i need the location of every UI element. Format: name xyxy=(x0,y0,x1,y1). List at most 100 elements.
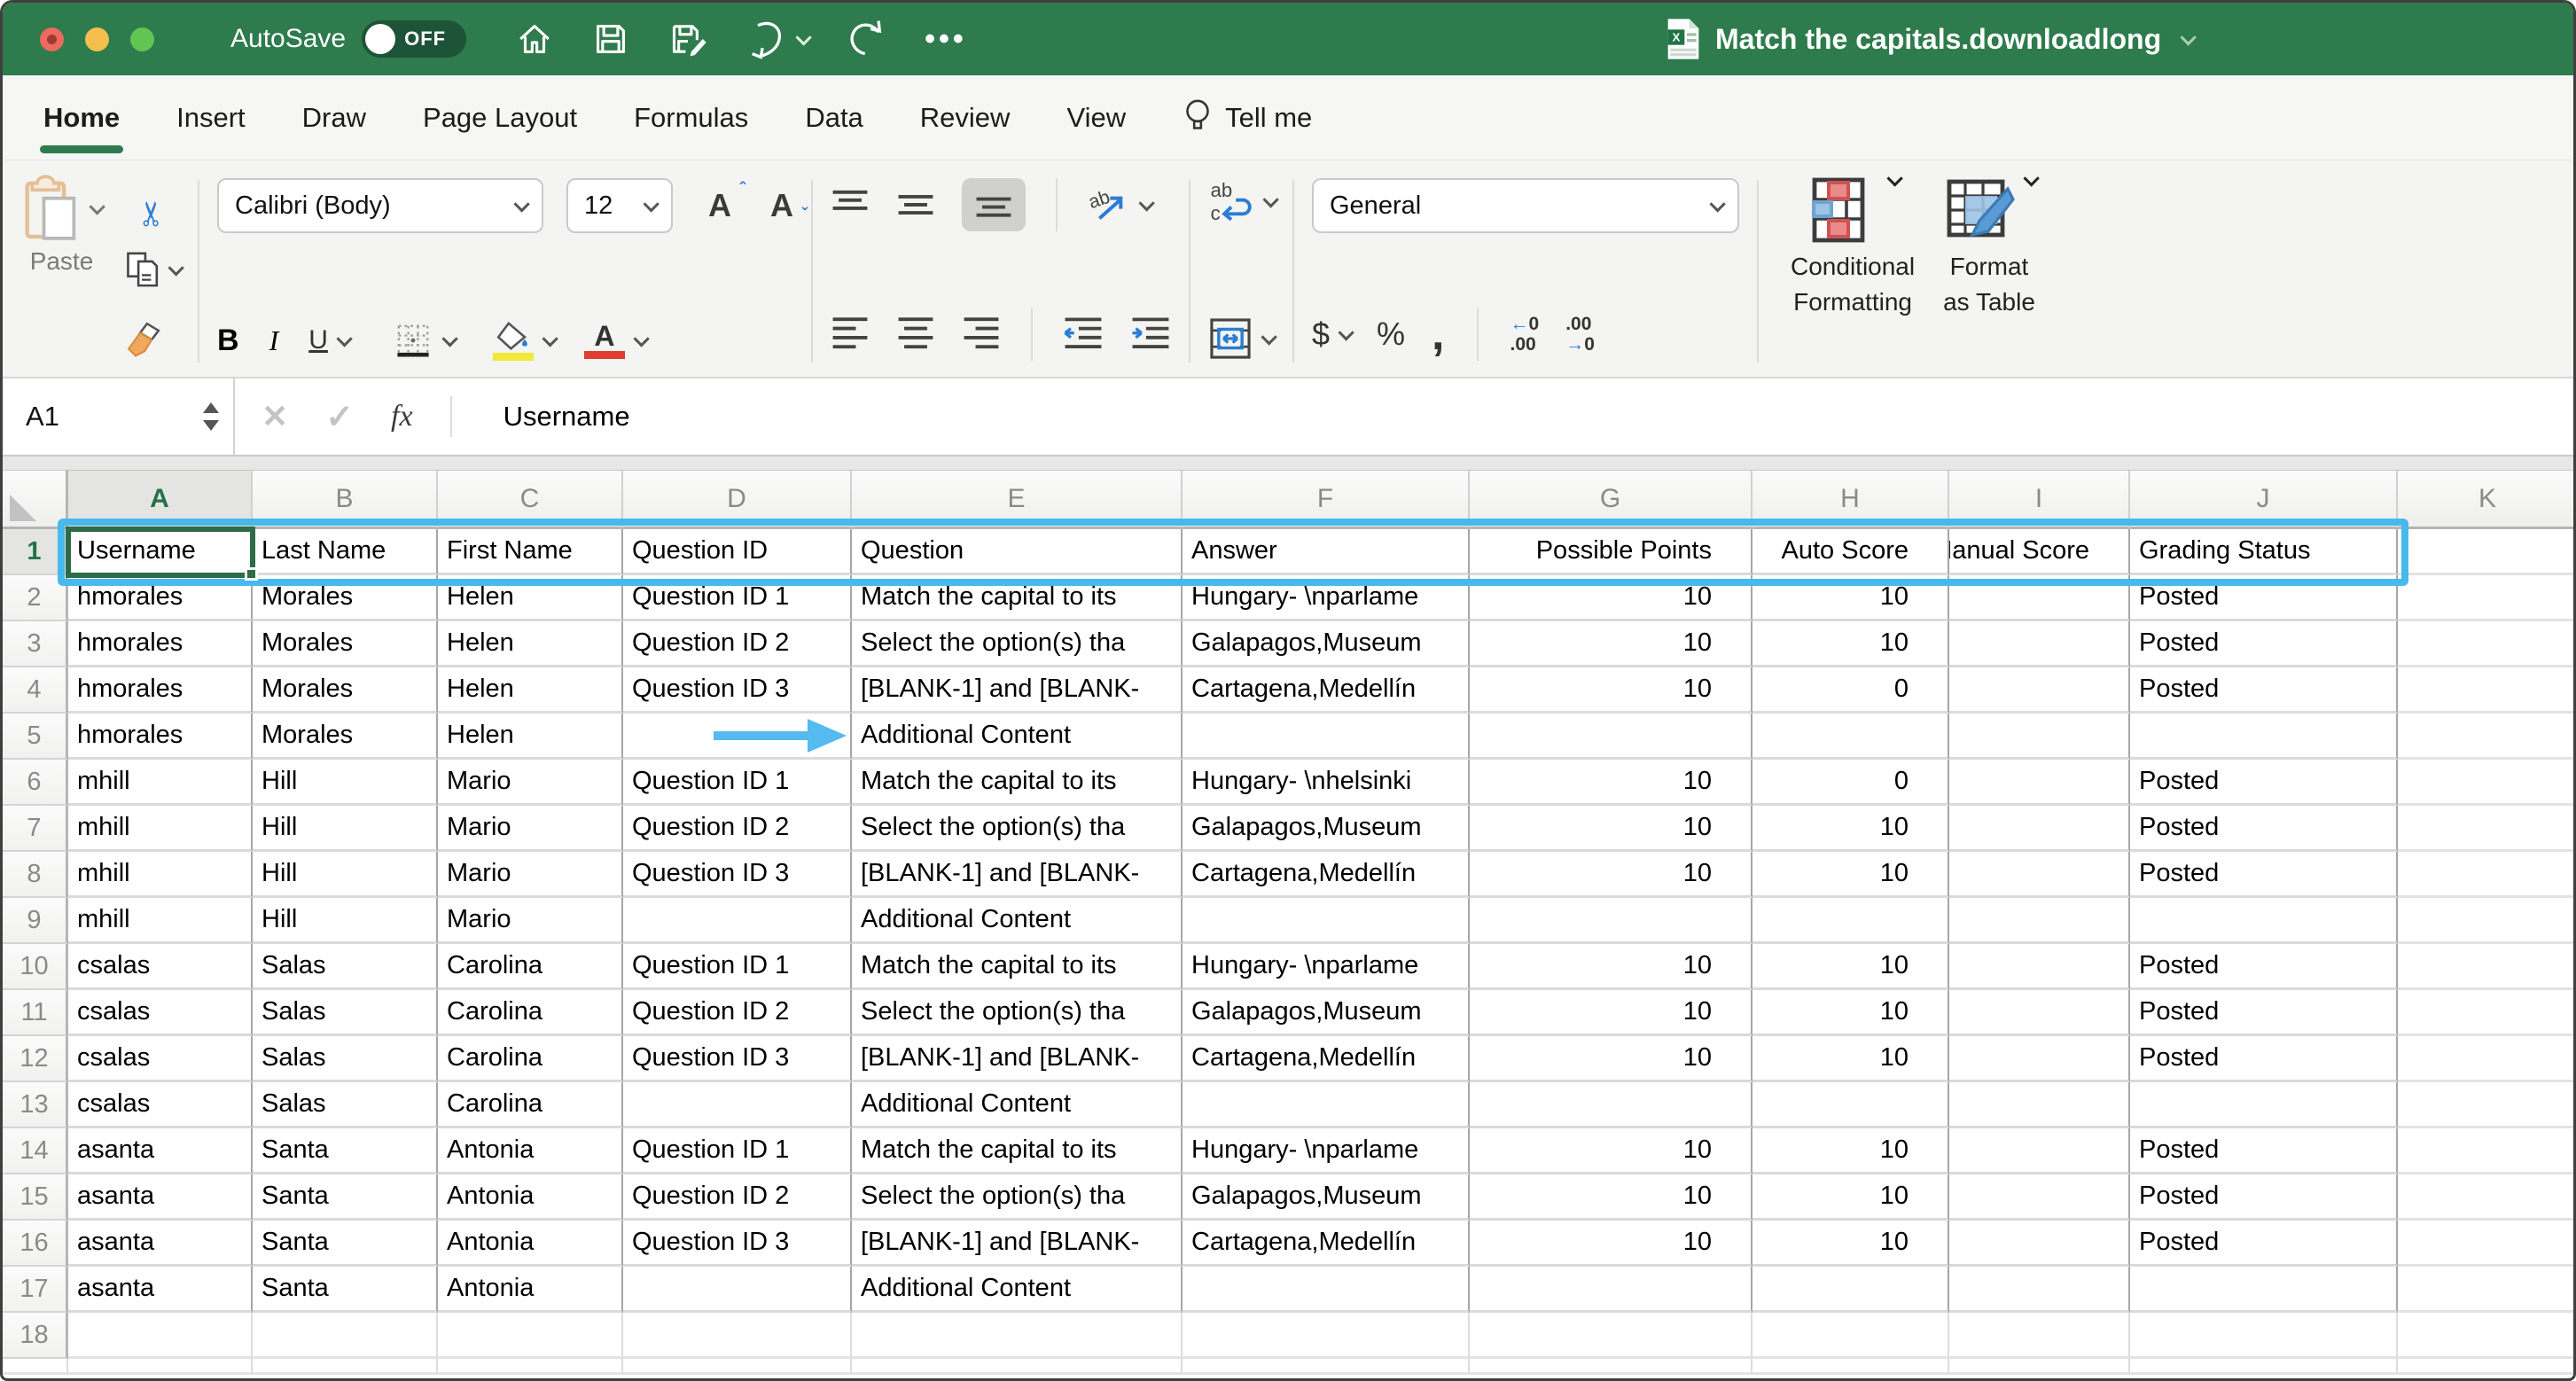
cell-C18[interactable] xyxy=(438,1313,623,1359)
align-bottom-button[interactable] xyxy=(962,178,1026,231)
cell-A11[interactable]: csalas xyxy=(68,990,253,1036)
confirm-entry-button[interactable]: ✓ xyxy=(325,397,354,437)
cell-A16[interactable]: asanta xyxy=(68,1221,253,1267)
row-header-13[interactable]: 13 xyxy=(3,1082,68,1128)
cell-C12[interactable]: Carolina xyxy=(438,1036,623,1082)
cell-I2[interactable] xyxy=(1949,575,2130,621)
cell-H14[interactable]: 10 xyxy=(1752,1128,1949,1174)
cell-B1[interactable]: Last Name xyxy=(253,529,438,575)
cell-K12[interactable] xyxy=(2398,1036,2576,1082)
cell-A6[interactable]: mhill xyxy=(68,760,253,806)
cell-H2[interactable]: 10 xyxy=(1752,575,1949,621)
cell-J9[interactable] xyxy=(2130,898,2398,944)
cell-C9[interactable]: Mario xyxy=(438,898,623,944)
align-middle-button[interactable] xyxy=(896,187,935,222)
spinner-up-icon[interactable] xyxy=(203,402,219,413)
name-box-spinner[interactable] xyxy=(203,402,219,431)
cell-I1[interactable]: Manual Score xyxy=(1949,529,2130,575)
cell-C10[interactable]: Carolina xyxy=(438,944,623,990)
cell-B12[interactable]: Salas xyxy=(253,1036,438,1082)
save-button[interactable] xyxy=(592,20,629,58)
font-name-select[interactable]: Calibri (Body) xyxy=(217,178,543,233)
row-header-12[interactable]: 12 xyxy=(3,1036,68,1082)
cell-H1[interactable]: Auto Score xyxy=(1752,529,1949,575)
cell-G17[interactable] xyxy=(1470,1267,1752,1313)
column-header-A[interactable]: A xyxy=(68,471,253,529)
fill-handle[interactable] xyxy=(245,567,258,581)
cell-G12[interactable]: 10 xyxy=(1470,1036,1752,1082)
cell-F16[interactable]: Cartagena,Medellín xyxy=(1183,1221,1470,1267)
cell-I18[interactable] xyxy=(1949,1313,2130,1359)
decrease-indent-button[interactable] xyxy=(1063,316,1104,353)
cell-E9[interactable]: Additional Content xyxy=(852,898,1183,944)
row-header-2[interactable]: 2 xyxy=(3,575,68,621)
tab-draw[interactable]: Draw xyxy=(302,75,366,160)
cell-G10[interactable]: 10 xyxy=(1470,944,1752,990)
cell-H9[interactable] xyxy=(1752,898,1949,944)
cell-F10[interactable]: Hungary- \nparlame xyxy=(1183,944,1470,990)
cell-J16[interactable]: Posted xyxy=(2130,1221,2398,1267)
cell-J4[interactable]: Posted xyxy=(2130,667,2398,714)
cell-I11[interactable] xyxy=(1949,990,2130,1036)
cell-A13[interactable]: csalas xyxy=(68,1082,253,1128)
tell-me-button[interactable]: Tell me xyxy=(1183,98,1312,138)
conditional-formatting-chevron-icon[interactable] xyxy=(1886,170,1902,186)
row-header-6[interactable]: 6 xyxy=(3,760,68,806)
cell-I15[interactable] xyxy=(1949,1174,2130,1221)
cell-D7[interactable]: Question ID 2 xyxy=(623,806,852,852)
zoom-window-button[interactable] xyxy=(130,27,154,51)
tab-page-layout[interactable]: Page Layout xyxy=(423,75,577,160)
cell-C16[interactable]: Antonia xyxy=(438,1221,623,1267)
cell-A12[interactable]: csalas xyxy=(68,1036,253,1082)
cell-J11[interactable]: Posted xyxy=(2130,990,2398,1036)
cancel-entry-button[interactable]: ✕ xyxy=(262,398,288,435)
column-header-I[interactable]: I xyxy=(1949,471,2130,529)
cell-J5[interactable] xyxy=(2130,714,2398,760)
cell-D1[interactable]: Question ID xyxy=(623,529,852,575)
cell-H16[interactable]: 10 xyxy=(1752,1221,1949,1267)
cell-K16[interactable] xyxy=(2398,1221,2576,1267)
cell-I6[interactable] xyxy=(1949,760,2130,806)
font-color-button[interactable]: A xyxy=(584,323,645,359)
cell-A15[interactable]: asanta xyxy=(68,1174,253,1221)
align-left-button[interactable] xyxy=(831,316,870,353)
cell-C17[interactable]: Antonia xyxy=(438,1267,623,1313)
cell-E1[interactable]: Question xyxy=(852,529,1183,575)
tab-review[interactable]: Review xyxy=(920,75,1011,160)
column-header-D[interactable]: D xyxy=(623,471,852,529)
currency-format-button[interactable]: $ xyxy=(1312,316,1350,353)
cell-J6[interactable]: Posted xyxy=(2130,760,2398,806)
cell-F9[interactable] xyxy=(1183,898,1470,944)
undo-button[interactable] xyxy=(746,19,808,59)
cell-K5[interactable] xyxy=(2398,714,2576,760)
cell-F15[interactable]: Galapagos,Museum xyxy=(1183,1174,1470,1221)
paste-button[interactable]: Paste xyxy=(22,175,101,368)
percent-format-button[interactable]: % xyxy=(1377,316,1405,353)
cell-E14[interactable]: Match the capital to its xyxy=(852,1128,1183,1174)
cell-J13[interactable] xyxy=(2130,1082,2398,1128)
save-as-button[interactable] xyxy=(668,20,707,58)
cell-J18[interactable] xyxy=(2130,1313,2398,1359)
insert-function-button[interactable]: fx xyxy=(391,400,413,433)
cell-G13[interactable] xyxy=(1470,1082,1752,1128)
cell-A5[interactable]: hmorales xyxy=(68,714,253,760)
cell-G5[interactable] xyxy=(1470,714,1752,760)
cell-G11[interactable]: 10 xyxy=(1470,990,1752,1036)
increase-decimal-button[interactable]: .00→0 xyxy=(1565,314,1595,355)
autosave-toggle[interactable]: OFF xyxy=(362,20,466,58)
cell-E8[interactable]: [BLANK-1] and [BLANK- xyxy=(852,852,1183,898)
spinner-down-icon[interactable] xyxy=(203,420,219,431)
cell-A18[interactable] xyxy=(68,1313,253,1359)
cell-B9[interactable]: Hill xyxy=(253,898,438,944)
document-title[interactable]: X Match the capitals.downloadlong xyxy=(1666,3,2192,75)
cell-E16[interactable]: [BLANK-1] and [BLANK- xyxy=(852,1221,1183,1267)
tab-home[interactable]: Home xyxy=(43,75,120,160)
cell-E6[interactable]: Match the capital to its xyxy=(852,760,1183,806)
column-header-C[interactable]: C xyxy=(438,471,623,529)
cell-H13[interactable] xyxy=(1752,1082,1949,1128)
cell-F11[interactable]: Galapagos,Museum xyxy=(1183,990,1470,1036)
cell-E12[interactable]: [BLANK-1] and [BLANK- xyxy=(852,1036,1183,1082)
cell-B18[interactable] xyxy=(253,1313,438,1359)
cell-D12[interactable]: Question ID 3 xyxy=(623,1036,852,1082)
cell-K9[interactable] xyxy=(2398,898,2576,944)
